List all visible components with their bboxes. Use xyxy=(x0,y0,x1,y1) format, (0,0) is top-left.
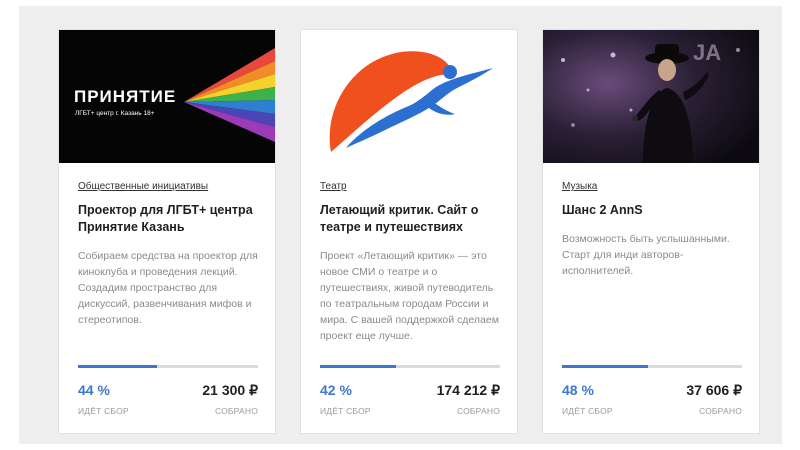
status-label: ИДЁТ СБОР xyxy=(320,406,371,416)
card-title[interactable]: Проектор для ЛГБТ+ центра Принятие Казан… xyxy=(78,202,258,236)
card-cover-image[interactable] xyxy=(301,30,517,163)
percent-value: 48 % xyxy=(562,382,594,398)
status-label: ИДЁТ СБОР xyxy=(562,406,613,416)
card-body: Общественные инициативы Проектор для ЛГБ… xyxy=(78,176,258,328)
card-cover-image[interactable]: JA xyxy=(543,30,759,163)
card-title[interactable]: Летающий критик. Сайт о театре и путешес… xyxy=(320,202,500,236)
rainbow-logo-icon: ПРИНЯТИЕ ЛГБТ+ центр г. Казань 18+ xyxy=(59,30,275,163)
progress-fill xyxy=(78,365,158,368)
card-description: Возможность быть услышанными. Старт для … xyxy=(562,233,730,277)
progress-bar xyxy=(78,365,258,368)
project-card-2[interactable]: Театр Летающий критик. Сайт о театре и п… xyxy=(300,29,518,434)
progress-fill xyxy=(562,365,649,368)
collected-label: СОБРАНО xyxy=(214,406,258,416)
card-cover-image[interactable]: ПРИНЯТИЕ ЛГБТ+ центр г. Казань 18+ xyxy=(59,30,275,163)
singer-photo: JA xyxy=(543,30,759,163)
collected-label: СОБРАНО xyxy=(698,406,742,416)
project-card-1[interactable]: ПРИНЯТИЕ ЛГБТ+ центр г. Казань 18+ Общес… xyxy=(58,29,276,434)
percent-value: 42 % xyxy=(320,382,352,398)
card-category-link[interactable]: Общественные инициативы xyxy=(78,180,208,194)
card-category-link[interactable]: Музыка xyxy=(562,180,597,194)
project-card-3[interactable]: JA Музыка Шанс 2 AnnS Возможность быть у… xyxy=(542,29,760,434)
flying-critic-logo-icon xyxy=(301,30,517,163)
svg-text:JA: JA xyxy=(693,40,721,65)
progress-bar xyxy=(562,365,742,368)
card-body: Театр Летающий критик. Сайт о театре и п… xyxy=(320,176,500,344)
card-category-link[interactable]: Театр xyxy=(320,180,347,194)
progress-fill xyxy=(320,365,396,368)
collected-amount: 37 606 ₽ xyxy=(686,382,742,398)
collected-label: СОБРАНО xyxy=(456,406,500,416)
card-description: Проект «Летающий критик» — это новое СМИ… xyxy=(320,250,499,342)
cover-logo-text: ПРИНЯТИЕ xyxy=(74,87,176,106)
card-stats: 48 % 37 606 ₽ ИДЁТ СБОР СОБРАНО xyxy=(562,382,742,422)
progress-bar xyxy=(320,365,500,368)
card-description: Собираем средства на проектор для кинокл… xyxy=(78,250,258,326)
collected-amount: 174 212 ₽ xyxy=(436,382,500,398)
status-label: ИДЁТ СБОР xyxy=(78,406,129,416)
card-body: Музыка Шанс 2 AnnS Возможность быть услы… xyxy=(562,176,742,279)
collected-amount: 21 300 ₽ xyxy=(202,382,258,398)
cards-section: ПРИНЯТИЕ ЛГБТ+ центр г. Казань 18+ Общес… xyxy=(19,6,782,444)
percent-value: 44 % xyxy=(78,382,110,398)
card-stats: 44 % 21 300 ₽ ИДЁТ СБОР СОБРАНО xyxy=(78,382,258,422)
card-title[interactable]: Шанс 2 AnnS xyxy=(562,202,742,219)
cover-subtitle-text: ЛГБТ+ центр г. Казань 18+ xyxy=(75,110,155,117)
card-stats: 42 % 174 212 ₽ ИДЁТ СБОР СОБРАНО xyxy=(320,382,500,422)
